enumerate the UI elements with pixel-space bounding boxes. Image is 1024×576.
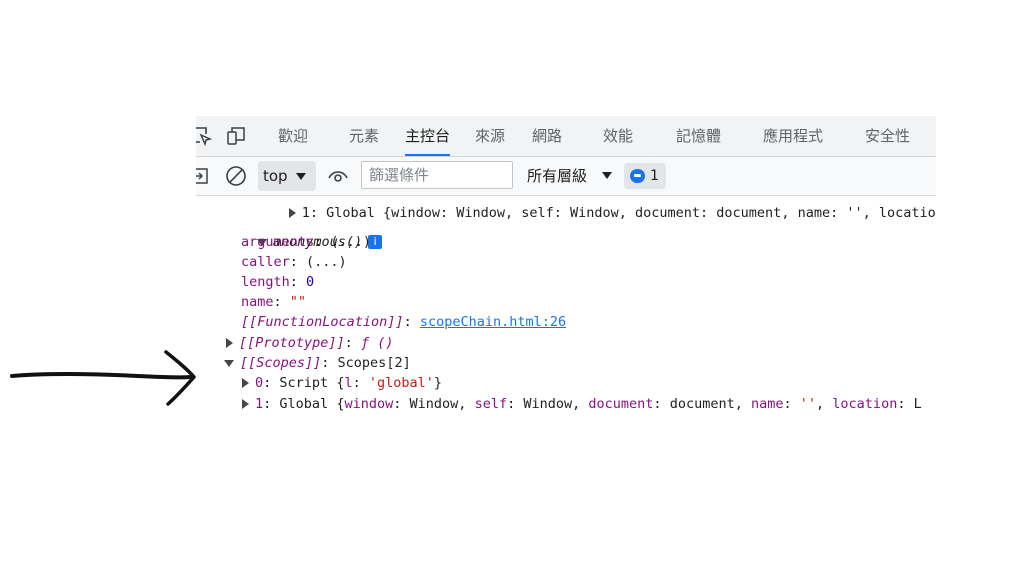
devtools-tab-bar: 歡迎 元素 主控台 來源 網路 效能 記憶體 應用程式 安全性 [196, 116, 936, 157]
expand-triangle-icon[interactable] [242, 378, 249, 388]
tab-memory[interactable]: 記憶體 [676, 116, 721, 156]
prop-function-location: [[FunctionLocation]]: scopeChain.html:26 [241, 314, 567, 330]
tab-application[interactable]: 應用程式 [763, 116, 823, 156]
sidebar-toggle-icon[interactable] [196, 166, 210, 186]
tab-security[interactable]: 安全性 [865, 116, 910, 156]
tab-network[interactable]: 網路 [532, 116, 562, 156]
source-link[interactable]: scopeChain.html:26 [420, 314, 566, 330]
chevron-down-icon [601, 172, 612, 179]
expand-triangle-icon[interactable] [242, 399, 249, 409]
tab-elements[interactable]: 元素 [349, 116, 379, 156]
clipped-log-line: 1: Global {window: Window, self: Window,… [240, 183, 936, 221]
tab-performance[interactable]: 效能 [603, 116, 633, 156]
tab-welcome[interactable]: 歡迎 [278, 116, 308, 156]
expand-triangle-icon[interactable] [226, 338, 233, 348]
inspect-icon[interactable] [196, 126, 212, 146]
issues-icon [630, 169, 645, 183]
devtools-panel: 歡迎 元素 主控台 來源 網路 效能 記憶體 應用程式 安全性 top 所有層級 [196, 116, 936, 426]
prop-name: name: "" [241, 294, 307, 310]
function-entry[interactable]: anonymous() i [208, 212, 383, 250]
console-output: 1: Global {window: Window, self: Window,… [196, 196, 936, 426]
device-toolbar-icon[interactable] [226, 126, 246, 146]
prop-length: length: 0 [241, 274, 315, 290]
tab-console[interactable]: 主控台 [405, 116, 451, 156]
prop-prototype[interactable]: [[Prototype]]: ƒ () [226, 333, 393, 353]
tab-sources[interactable]: 來源 [475, 116, 505, 156]
prop-arguments[interactable]: arguments: (...) [241, 232, 371, 252]
prop-scopes[interactable]: [[Scopes]]: Scopes[2] [224, 353, 411, 373]
prop-caller[interactable]: caller: (...) [241, 252, 347, 272]
chevron-down-icon [296, 173, 306, 180]
scope-script[interactable]: 0: Script {l: 'global'} [242, 373, 442, 393]
annotation-arrow [10, 350, 196, 406]
scope-global[interactable]: 1: Global {window: Window, self: Window,… [242, 394, 922, 414]
collapse-triangle-icon[interactable] [224, 359, 234, 367]
